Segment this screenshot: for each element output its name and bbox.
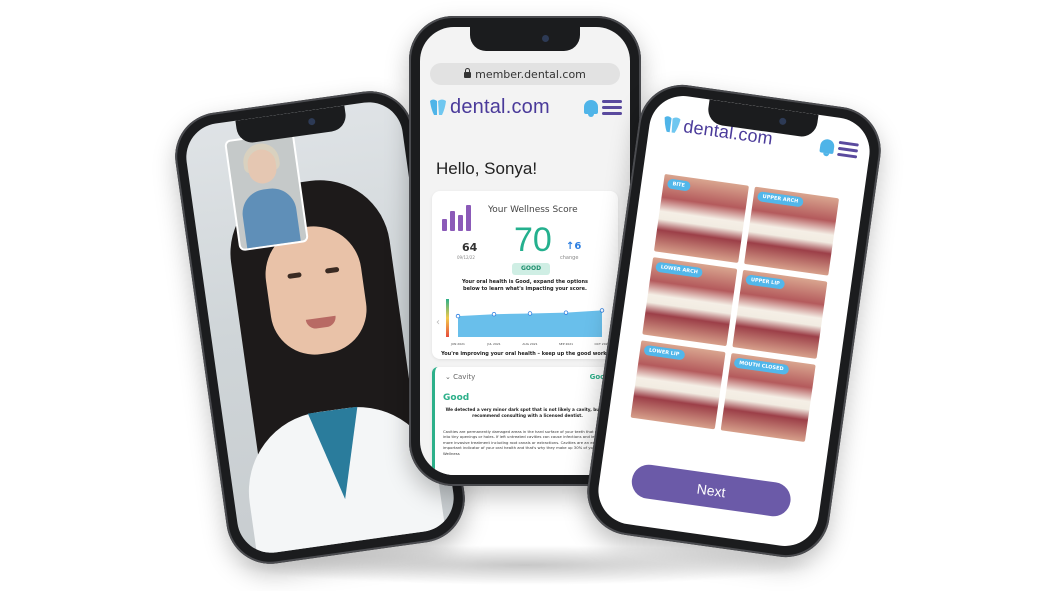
x-tick-label: JUL 2021 [486,342,500,346]
photo-tile-lower-lip[interactable]: LOWER LIP [630,340,726,430]
next-button[interactable]: Next [629,462,793,519]
bell-icon[interactable] [819,138,836,155]
photo-tile-lower-arch[interactable]: LOWER ARCH [642,257,738,347]
tooth-logo-icon [430,99,446,115]
chevron-down-icon: ⌄ [445,373,454,381]
score-chart-icon [442,203,474,231]
photo-tile-mouth-closed[interactable]: MOUTH CLOSED [720,352,816,443]
cavity-heading: Good [443,393,470,403]
current-score: 70 [514,221,552,259]
hamburger-menu-icon[interactable] [602,99,622,115]
cavity-header[interactable]: ⌄ Cavity Good [445,373,610,381]
x-tick-label: JUN 2021 [450,342,465,346]
status-badge: GOOD [512,263,550,275]
greeting-heading: Hello, Sonya! [436,159,538,178]
lock-icon [464,68,472,78]
score-point[interactable] [491,312,497,317]
chevron-left-icon[interactable]: ‹ [436,317,440,328]
photo-tile-upper-lip[interactable]: UPPER LIP [732,269,828,359]
previous-score: 64 [462,241,478,254]
hamburger-menu-icon[interactable] [837,140,859,159]
cavity-title: Cavity [453,373,476,381]
score-change: ↑6 [566,241,582,252]
tooth-logo-icon [664,116,681,133]
score-point[interactable] [527,311,533,316]
x-tick-label: AUG 2021 [522,342,537,346]
teeth-photo-grid: BITE UPPER ARCH LOWER ARCH UPPER LIP LOW… [630,173,840,443]
score-point[interactable] [599,308,605,313]
score-change-label: change [560,255,579,261]
score-point[interactable] [455,313,461,319]
previous-score-date: 09/12/22 [457,255,475,260]
x-tick-label: SEP 2021 [559,342,573,346]
improving-message: You're improving your oral health – keep… [441,351,609,357]
app-header: dental.com [420,91,630,123]
cavity-summary: We detected a very minor dark spot that … [445,407,610,418]
bell-icon[interactable] [584,100,598,117]
cavity-details: Cavities are permanently damaged areas i… [443,429,610,456]
browser-url-bar[interactable]: member.dental.com [430,63,620,85]
url-text: member.dental.com [475,67,586,81]
wellness-score-card: Your Wellness Score 64 09/12/22 70 ↑6 ch… [432,191,618,359]
brand-logo-text[interactable]: dental.com [450,96,550,119]
photo-tile-bite[interactable]: BITE [653,173,749,264]
photo-tile-upper-arch[interactable]: UPPER ARCH [744,186,840,276]
cavity-card[interactable]: ⌄ Cavity Good Good We detected a very mi… [432,367,622,475]
oral-health-description: Your oral health is Good, expand the opt… [461,279,589,292]
photo-capture-screen: dental.com BITE UPPER ARCH LOWER ARCH UP… [594,91,874,551]
wellness-title: Your Wellness Score [488,205,578,215]
score-range-gauge [446,299,449,337]
score-history-chart: JUN 2021 JUL 2021 AUG 2021 SEP 2021 OCT 2021 [446,299,608,346]
score-point[interactable] [563,310,569,315]
x-tick-label: OCT 2021 [595,342,608,346]
phone-notch [470,27,580,51]
self-view-video[interactable] [224,130,309,252]
